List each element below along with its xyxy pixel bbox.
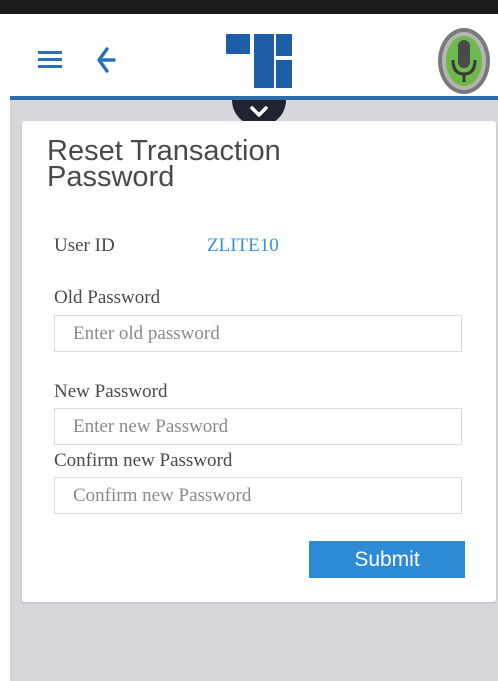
status-bar <box>0 0 498 14</box>
hamburger-menu-icon[interactable] <box>38 51 62 69</box>
confirm-password-input[interactable] <box>54 477 462 514</box>
submit-button[interactable]: Submit <box>309 541 465 578</box>
old-password-label: Old Password <box>54 287 161 308</box>
bank-logo <box>226 34 292 88</box>
old-password-input[interactable] <box>54 315 462 352</box>
reset-password-card <box>22 121 496 602</box>
confirm-password-label: Confirm new Password <box>54 450 233 471</box>
chevron-down-icon <box>250 106 268 117</box>
microphone-icon[interactable] <box>436 26 492 96</box>
back-arrow-icon[interactable] <box>94 46 116 74</box>
page-title: Reset Transaction Password <box>47 135 281 193</box>
new-password-input[interactable] <box>54 408 462 445</box>
new-password-label: New Password <box>54 381 168 402</box>
user-id-label: User ID <box>54 235 115 256</box>
user-id-value: ZLITE10 <box>207 235 279 256</box>
